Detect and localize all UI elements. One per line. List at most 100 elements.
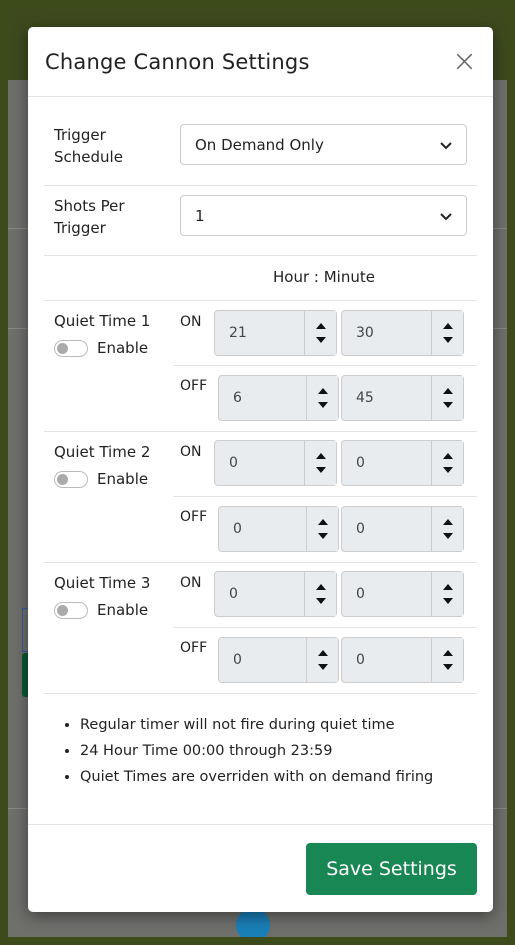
trigger-schedule-row: Trigger Schedule On Demand Only xyxy=(44,124,477,184)
quiet-time-1-on-label: ON xyxy=(180,314,202,330)
quiet-time-2-on-label: ON xyxy=(180,444,202,460)
quiet-time-3-enable[interactable]: Enable xyxy=(54,601,148,619)
quiet-time-2-enable[interactable]: Enable xyxy=(54,470,148,488)
note-item: Quiet Times are overriden with on demand… xyxy=(80,764,433,790)
quiet-time-2-toggle[interactable] xyxy=(54,470,88,488)
spin-value[interactable]: 0 xyxy=(342,507,431,551)
arrow-up-icon[interactable] xyxy=(315,453,326,459)
quiet-time-2-on-hour[interactable]: 0 xyxy=(214,440,337,486)
arrow-down-icon[interactable] xyxy=(315,467,326,473)
quiet-time-2-enable-label: Enable xyxy=(97,470,149,488)
spin-value[interactable]: 0 xyxy=(215,572,304,616)
note-item: 24 Hour Time 00:00 through 23:59 xyxy=(80,738,433,764)
divider xyxy=(44,562,477,563)
notes-list: Regular timer will not fire during quiet… xyxy=(80,712,433,790)
quiet-time-1-enable-label: Enable xyxy=(97,339,149,357)
spin-arrows[interactable] xyxy=(431,572,463,616)
spin-arrows[interactable] xyxy=(304,572,336,616)
quiet-time-1-on-hour[interactable]: 21 xyxy=(214,310,337,356)
quiet-time-1-toggle[interactable] xyxy=(54,339,88,357)
trigger-schedule-value: On Demand Only xyxy=(195,135,324,154)
spin-value[interactable]: 45 xyxy=(342,376,431,420)
arrow-up-icon[interactable] xyxy=(442,453,453,459)
toggle-knob xyxy=(57,342,68,354)
spin-arrows[interactable] xyxy=(431,507,463,551)
spin-value[interactable]: 0 xyxy=(342,441,431,485)
chevron-down-icon xyxy=(440,141,452,149)
quiet-time-1-off-hour[interactable]: 6 xyxy=(218,375,339,421)
shots-per-trigger-select[interactable]: 1 xyxy=(180,195,467,236)
spin-value[interactable]: 0 xyxy=(219,507,306,551)
quiet-time-1-on-minute[interactable]: 30 xyxy=(341,310,464,356)
quiet-time-3-on-hour[interactable]: 0 xyxy=(214,571,337,617)
quiet-time-3-toggle[interactable] xyxy=(54,601,88,619)
spin-arrows[interactable] xyxy=(306,507,338,551)
arrow-up-icon[interactable] xyxy=(317,650,328,656)
quiet-time-2-on-minute[interactable]: 0 xyxy=(341,440,464,486)
arrow-down-icon[interactable] xyxy=(315,598,326,604)
spin-arrows[interactable] xyxy=(306,376,338,420)
spin-arrows[interactable] xyxy=(431,311,463,355)
arrow-down-icon[interactable] xyxy=(317,402,328,408)
divider xyxy=(44,300,477,301)
spin-arrows[interactable] xyxy=(306,638,338,682)
quiet-time-3-on-label: ON xyxy=(180,575,202,591)
arrow-up-icon[interactable] xyxy=(317,519,328,525)
arrow-up-icon[interactable] xyxy=(442,323,453,329)
shots-per-trigger-value: 1 xyxy=(195,206,205,225)
arrow-down-icon[interactable] xyxy=(442,467,453,473)
arrow-up-icon[interactable] xyxy=(442,650,453,656)
arrow-down-icon[interactable] xyxy=(315,337,326,343)
arrow-down-icon[interactable] xyxy=(317,664,328,670)
trigger-schedule-label: Trigger Schedule xyxy=(54,124,123,168)
spin-value[interactable]: 0 xyxy=(342,572,431,616)
quiet-time-3-enable-label: Enable xyxy=(97,601,149,619)
spin-arrows[interactable] xyxy=(304,311,336,355)
toggle-knob xyxy=(57,473,68,485)
arrow-down-icon[interactable] xyxy=(442,402,453,408)
divider xyxy=(44,185,477,186)
quiet-time-3-off-hour[interactable]: 0 xyxy=(218,637,339,683)
spin-arrows[interactable] xyxy=(431,376,463,420)
spin-arrows[interactable] xyxy=(304,441,336,485)
quiet-time-1-enable[interactable]: Enable xyxy=(54,339,148,357)
spin-value[interactable]: 0 xyxy=(215,441,304,485)
shots-per-trigger-label: Shots Per Trigger xyxy=(54,195,125,239)
arrow-up-icon[interactable] xyxy=(315,584,326,590)
spin-arrows[interactable] xyxy=(431,441,463,485)
quiet-time-2-off-hour[interactable]: 0 xyxy=(218,506,339,552)
divider xyxy=(44,693,477,694)
save-settings-button[interactable]: Save Settings xyxy=(306,843,477,895)
arrow-up-icon[interactable] xyxy=(315,323,326,329)
quiet-time-1-off-label: OFF xyxy=(180,378,208,394)
hour-minute-header: Hour : Minute xyxy=(273,268,375,286)
spin-value[interactable]: 21 xyxy=(215,311,304,355)
arrow-down-icon[interactable] xyxy=(442,664,453,670)
arrow-down-icon[interactable] xyxy=(442,337,453,343)
quiet-time-3-label: Quiet Time 3 xyxy=(54,574,151,592)
close-icon[interactable]: × xyxy=(452,46,477,77)
cannon-settings-modal: Change Cannon Settings × Trigger Schedul… xyxy=(28,27,493,912)
arrow-down-icon[interactable] xyxy=(442,533,453,539)
quiet-time-3-off-minute[interactable]: 0 xyxy=(341,637,464,683)
spin-value[interactable]: 6 xyxy=(219,376,306,420)
arrow-up-icon[interactable] xyxy=(442,584,453,590)
arrow-down-icon[interactable] xyxy=(442,598,453,604)
spin-value[interactable]: 0 xyxy=(219,638,306,682)
toggle-knob xyxy=(57,604,68,616)
divider xyxy=(173,496,477,497)
trigger-schedule-select[interactable]: On Demand Only xyxy=(180,124,467,165)
modal-header: Change Cannon Settings × xyxy=(28,27,493,97)
arrow-up-icon[interactable] xyxy=(317,388,328,394)
arrow-up-icon[interactable] xyxy=(442,388,453,394)
quiet-time-2-off-minute[interactable]: 0 xyxy=(341,506,464,552)
shots-per-trigger-label-line2: Trigger xyxy=(54,219,106,237)
arrow-up-icon[interactable] xyxy=(442,519,453,525)
spin-arrows[interactable] xyxy=(431,638,463,682)
quiet-time-3-on-minute[interactable]: 0 xyxy=(341,571,464,617)
spin-value[interactable]: 0 xyxy=(342,638,431,682)
quiet-time-1-off-minute[interactable]: 45 xyxy=(341,375,464,421)
spin-value[interactable]: 30 xyxy=(342,311,431,355)
arrow-down-icon[interactable] xyxy=(317,533,328,539)
divider xyxy=(44,431,477,432)
